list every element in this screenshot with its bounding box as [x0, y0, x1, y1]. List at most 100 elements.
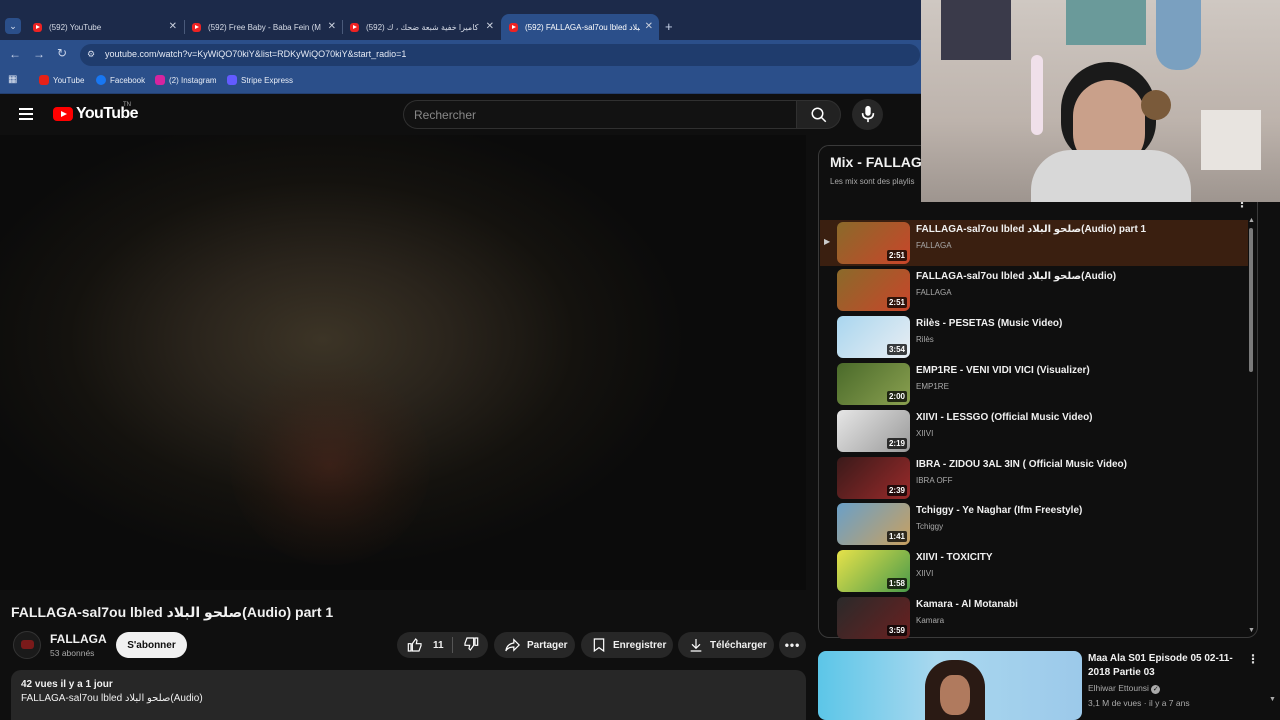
teddy-bear-image	[1141, 90, 1171, 120]
region-code: TN	[123, 102, 131, 108]
webcam-overlay	[921, 0, 1280, 202]
duration-badge: 3:59	[886, 625, 907, 637]
like-count: 11	[433, 639, 444, 651]
playlist-scrollbar[interactable]	[1249, 228, 1253, 372]
voice-search-button[interactable]	[852, 99, 883, 130]
recommendation-title[interactable]: Maa Ala S01 Episode 05 02-11-2018 Partie…	[1088, 652, 1238, 680]
menu-hamburger-icon[interactable]	[19, 108, 33, 120]
like-button[interactable]: 11	[407, 637, 444, 653]
playlist-item[interactable]: 1:41 Tchiggy - Ye Naghar (Ifm Freestyle) T…	[820, 501, 1248, 547]
playlist-item-thumbnail[interactable]: 3:54	[837, 315, 910, 358]
playlist-item-channel: IBRA OFF	[916, 475, 953, 485]
browser-tab-active[interactable]: (592) FALLAGA-sal7ou lbled صلحو البلاد ✕	[501, 14, 659, 40]
subscribe-button[interactable]: S'abonner	[116, 632, 187, 658]
playlist-item[interactable]: 2:51 FALLAGA-sal7ou lbled صلحو البلاد(Aud…	[820, 267, 1248, 313]
playlist-item-channel: FALLAGA	[916, 287, 952, 297]
browser-tab[interactable]: (592) YouTube ✕	[25, 14, 183, 40]
playlist-item-channel: Rilès	[916, 334, 934, 344]
dislike-button[interactable]	[463, 636, 485, 655]
playlist-item-title: Tchiggy - Ye Naghar (Ifm Freestyle)	[916, 505, 1083, 517]
close-icon[interactable]: ✕	[169, 21, 177, 32]
playlist-item-channel: XIIVI	[916, 569, 934, 579]
recommendation-channel[interactable]: Elhiwar Ettounsi ✓	[1088, 683, 1161, 694]
search-icon	[811, 107, 827, 123]
playlist-item-thumbnail[interactable]: 2:51	[837, 268, 910, 311]
tab-list-button[interactable]: ⌄	[5, 18, 21, 34]
microphone-icon	[861, 105, 875, 123]
poster-image	[1156, 0, 1201, 70]
instagram-icon	[155, 75, 165, 85]
like-dislike-group: 11	[397, 632, 488, 658]
close-icon[interactable]: ✕	[486, 21, 494, 32]
playlist-item-title: EMP1RE - VENI VIDI VICI (Visualizer)	[916, 364, 1090, 376]
recommendation-person-image	[925, 660, 985, 720]
back-arrow-icon[interactable]: ←	[9, 47, 21, 61]
playlist-item-channel: FALLAGA	[916, 241, 952, 250]
playlist-item[interactable]: 1:58 XIIVI - TOXICITY XIIVI	[820, 548, 1248, 594]
playlist-item-thumbnail[interactable]: 2:00	[837, 362, 910, 405]
download-button[interactable]: Télécharger	[678, 632, 774, 658]
playlist-item-title: FALLAGA-sal7ou lbled صلحو البلاد(Audio) …	[916, 224, 1147, 235]
channel-name[interactable]: FALLAGA	[50, 632, 107, 646]
duration-badge: 2:00	[886, 390, 907, 402]
subscriber-count: 53 abonnés	[50, 648, 95, 658]
download-icon	[690, 639, 702, 652]
scroll-down-icon[interactable]: ▼	[1269, 696, 1276, 703]
apps-grid-icon[interactable]: ▦	[8, 74, 17, 85]
playlist-item[interactable]: ▶ 2:51 FALLAGA-sal7ou lbled صلحو البلاد(Au…	[820, 220, 1248, 266]
playlist-item-thumbnail[interactable]: 3:59	[837, 597, 910, 640]
bookmark-instagram[interactable]: (2) Instagram	[155, 75, 217, 85]
playlist-item-thumbnail[interactable]: 2:39	[837, 456, 910, 499]
new-tab-button[interactable]: +	[665, 19, 673, 34]
share-button[interactable]: Partager	[494, 632, 575, 658]
person-shirt-image	[1031, 150, 1191, 202]
video-frame-blur	[230, 365, 430, 565]
video-title: FALLAGA-sal7ou lbled صلحو البلاد(Audio) …	[11, 604, 334, 620]
browser-tab[interactable]: (592) Free Baby - Baba Fein (M ✕	[184, 14, 342, 40]
playlist-item[interactable]: 3:54 Rilès - PESETAS (Music Video) Rilès	[820, 314, 1248, 360]
youtube-favicon-icon	[350, 22, 359, 32]
search-button[interactable]	[796, 100, 841, 129]
video-player[interactable]	[0, 135, 806, 590]
save-button[interactable]: Enregistrer	[581, 632, 673, 658]
forward-arrow-icon[interactable]: →	[33, 47, 45, 61]
duration-badge: 2:51	[886, 250, 907, 261]
search-box[interactable]	[403, 100, 796, 129]
tab-title: (592) كاميرا خفية شبعة ضحك ، ك	[366, 22, 479, 32]
playlist-item[interactable]: 3:59 Kamara - Al Motanabi Kamara	[820, 595, 1248, 641]
reload-icon[interactable]: ↻	[57, 46, 67, 60]
playlist-item[interactable]: 2:39 IBRA - ZIDOU 3AL 3IN ( Official Musi…	[820, 455, 1248, 501]
site-info-icon[interactable]: ⚙	[87, 49, 95, 60]
like-divider	[452, 637, 453, 653]
recommendation-meta: 3,1 M de vues · il y a 7 ans	[1088, 698, 1190, 708]
playlist-subtitle: Les mix sont des playlis	[830, 177, 915, 186]
scroll-up-icon[interactable]: ▲	[1248, 217, 1255, 224]
scroll-down-icon[interactable]: ▼	[1248, 627, 1255, 634]
url-text[interactable]: youtube.com/watch?v=KyWiQO70kiY&list=RDK…	[105, 49, 406, 59]
youtube-logo-icon[interactable]	[53, 107, 73, 121]
playlist-item-thumbnail[interactable]: 2:19	[837, 409, 910, 452]
bookmark-stripe-express[interactable]: Stripe Express	[227, 75, 293, 85]
playlist-item-thumbnail[interactable]: 1:58	[837, 550, 910, 593]
recommendation-menu-icon[interactable]: ⋮	[1247, 652, 1259, 666]
description-text: FALLAGA-sal7ou lbled صلحو البلاد(Audio)	[21, 693, 203, 704]
bookmark-facebook[interactable]: Facebook	[96, 75, 145, 85]
playlist-item-title: Kamara - Al Motanabi	[916, 599, 1018, 611]
bookmark-icon	[593, 638, 605, 653]
close-icon[interactable]: ✕	[328, 21, 336, 32]
tab-title: (592) Free Baby - Baba Fein (M	[208, 22, 321, 32]
playlist-item[interactable]: 2:00 EMP1RE - VENI VIDI VICI (Visualizer)…	[820, 361, 1248, 407]
shelf-image	[1201, 110, 1261, 170]
playlist-item-thumbnail[interactable]: 1:41	[837, 503, 910, 546]
playlist-item[interactable]: 2:19 XIIVI - LESSGO (Official Music Video…	[820, 408, 1248, 454]
close-icon[interactable]: ✕	[645, 21, 653, 32]
more-actions-button[interactable]: •••	[779, 632, 806, 658]
duration-badge: 1:58	[886, 578, 907, 590]
verified-badge-icon: ✓	[1151, 685, 1161, 694]
search-input[interactable]	[404, 101, 774, 128]
neon-light-image	[1031, 55, 1043, 135]
bookmark-youtube[interactable]: YouTube	[39, 75, 84, 85]
browser-tab[interactable]: (592) كاميرا خفية شبعة ضحك ، ك ✕	[342, 14, 500, 40]
channel-avatar[interactable]	[13, 631, 41, 659]
playlist-item-thumbnail[interactable]: 2:51	[837, 222, 910, 264]
